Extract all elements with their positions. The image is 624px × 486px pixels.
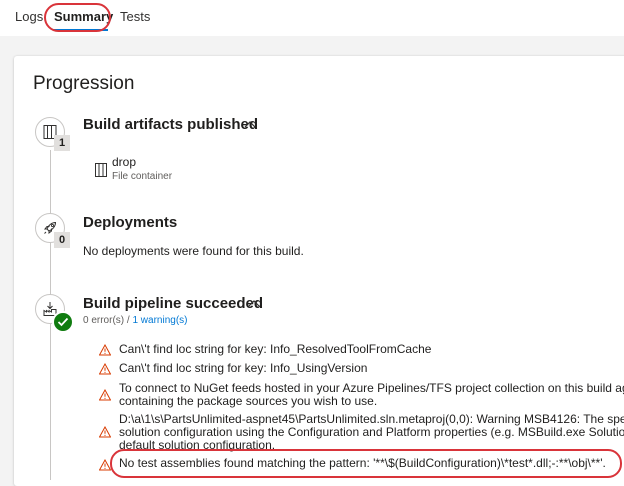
summary-tab-highlight bbox=[44, 3, 111, 32]
warning-message: Can\'t find loc string for key: Info_Usi… bbox=[119, 361, 368, 375]
warning-message: Can\'t find loc string for key: Info_Res… bbox=[119, 342, 432, 356]
test-warning-highlight bbox=[110, 449, 622, 478]
tab-tests[interactable]: Tests bbox=[120, 9, 150, 24]
deployments-section-title: Deployments bbox=[83, 214, 178, 231]
artifact-name-link[interactable]: drop bbox=[112, 155, 136, 169]
file-container-icon bbox=[95, 163, 107, 177]
pipeline-section-title[interactable]: Build pipeline succeeded bbox=[83, 295, 263, 312]
warning-count-link[interactable]: 1 warning(s) bbox=[132, 315, 187, 326]
warning-triangle-icon bbox=[99, 344, 111, 356]
warning-triangle-icon bbox=[99, 389, 111, 401]
tab-logs[interactable]: Logs bbox=[15, 9, 43, 24]
warning-triangle-icon bbox=[99, 426, 111, 438]
warning-triangle-icon bbox=[99, 363, 111, 375]
warning-message-continued: containing the package sources you wish … bbox=[119, 394, 378, 408]
artifact-count-badge: 1 bbox=[54, 135, 70, 151]
error-count: 0 error(s) bbox=[83, 315, 125, 326]
page-title: Progression bbox=[33, 73, 135, 94]
chevron-up-icon[interactable] bbox=[244, 119, 256, 129]
deployment-count-badge: 0 bbox=[54, 232, 70, 248]
error-warning-summary: 0 error(s) / 1 warning(s) bbox=[83, 315, 188, 326]
artifact-type: File container bbox=[112, 171, 173, 182]
deployments-message: No deployments were found for this build… bbox=[83, 244, 304, 258]
success-check-icon bbox=[52, 311, 74, 333]
tab-bar: Logs Summary Tests bbox=[0, 0, 624, 36]
artifacts-section-title[interactable]: Build artifacts published bbox=[83, 116, 258, 133]
chevron-up-icon[interactable] bbox=[248, 298, 260, 308]
